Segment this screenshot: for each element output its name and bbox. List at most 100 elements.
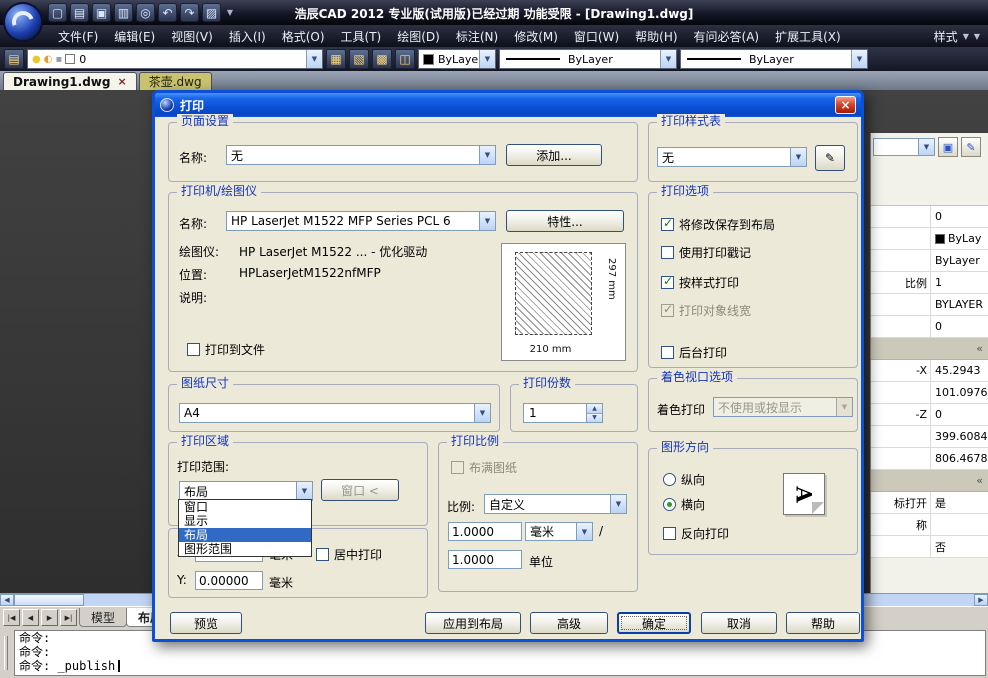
- menu-item-qa[interactable]: 有问必答(A): [686, 25, 768, 47]
- menu-item-tools[interactable]: 工具(T): [333, 25, 390, 47]
- advanced-button[interactable]: 高级: [530, 612, 608, 634]
- paper-size-combo[interactable]: A4: [179, 403, 491, 423]
- quick-select-icon[interactable]: ▣: [938, 137, 958, 157]
- publish-icon[interactable]: ▨: [202, 3, 221, 22]
- color-combo[interactable]: ByLayer: [418, 49, 496, 69]
- center-plot-checkbox[interactable]: 居中打印: [316, 546, 382, 563]
- lineweight-combo[interactable]: ByLayer: [680, 49, 868, 69]
- last-tab-icon[interactable]: ▶|: [60, 609, 77, 626]
- printer-combo[interactable]: HP LaserJet M1522 MFP Series PCL 6: [226, 211, 496, 231]
- scrollbar-thumb[interactable]: [14, 594, 84, 606]
- menu-item-format[interactable]: 格式(O): [274, 25, 333, 47]
- help-button[interactable]: 帮助: [786, 612, 860, 634]
- plot-upside-down-checkbox[interactable]: 反向打印: [663, 525, 729, 542]
- chevron-down-icon[interactable]: [479, 50, 495, 68]
- redo-icon[interactable]: ↷: [180, 3, 199, 22]
- chevron-down-icon[interactable]: [479, 212, 495, 230]
- layer-previous-icon[interactable]: ▧: [349, 49, 369, 69]
- save-icon[interactable]: ▣: [92, 3, 111, 22]
- menu-item-file[interactable]: 文件(F): [50, 25, 106, 47]
- scale-unit-combo[interactable]: 毫米: [525, 522, 593, 541]
- scale-denominator-input[interactable]: 1.0000: [448, 550, 522, 569]
- chevron-down-icon[interactable]: [851, 50, 867, 68]
- save-changes-checkbox[interactable]: 将修改保存到布局: [661, 216, 775, 233]
- copies-spinner[interactable]: 1: [523, 403, 603, 423]
- toolbar-overflow-icon[interactable]: [224, 3, 236, 22]
- match-properties-icon[interactable]: ▩: [372, 49, 392, 69]
- plot-icon[interactable]: ▥: [114, 3, 133, 22]
- doc-tab-drawing1[interactable]: Drawing1.dwg ×: [3, 72, 137, 90]
- property-row[interactable]: ByLay: [871, 228, 988, 250]
- list-item-layout[interactable]: 布局: [179, 528, 311, 542]
- chevron-down-icon[interactable]: [963, 32, 969, 41]
- scroll-left-icon[interactable]: [0, 594, 14, 606]
- menu-item-edit[interactable]: 编辑(E): [106, 25, 163, 47]
- section-header[interactable]: «: [871, 470, 988, 492]
- styles-menu[interactable]: 样式: [934, 28, 988, 45]
- chevron-down-icon[interactable]: [918, 139, 934, 155]
- add-button[interactable]: 添加...: [506, 144, 602, 166]
- menu-item-dimension[interactable]: 标注(N): [448, 25, 506, 47]
- list-item-window[interactable]: 窗口: [179, 500, 311, 514]
- menu-item-insert[interactable]: 插入(I): [221, 25, 274, 47]
- landscape-radio[interactable]: 横向: [663, 496, 705, 513]
- chevron-down-icon[interactable]: [660, 50, 676, 68]
- close-button[interactable]: ×: [835, 96, 856, 114]
- spin-down-icon[interactable]: [587, 414, 602, 423]
- property-row[interactable]: ByLayer: [871, 250, 988, 272]
- layer-combo[interactable]: ● ◐ ▪ 0: [27, 49, 323, 69]
- layer-manager-icon[interactable]: ▤: [4, 49, 24, 69]
- properties-icon[interactable]: ◫: [395, 49, 415, 69]
- dialog-title-bar[interactable]: 打印 ×: [155, 93, 861, 117]
- property-row[interactable]: 399.6084: [871, 426, 988, 448]
- first-tab-icon[interactable]: |◀: [3, 609, 20, 626]
- scale-numerator-input[interactable]: 1.0000: [448, 522, 522, 541]
- menu-item-modify[interactable]: 修改(M): [506, 25, 566, 47]
- property-row[interactable]: -X45.2943: [871, 360, 988, 382]
- chevron-down-icon[interactable]: [306, 50, 322, 68]
- y-offset-input[interactable]: 0.00000: [195, 571, 263, 590]
- command-line[interactable]: 命令: _publish: [19, 659, 981, 673]
- plot-range-combo[interactable]: 布局: [179, 481, 313, 501]
- page-setup-combo[interactable]: 无: [226, 145, 496, 165]
- preview-button[interactable]: 预览: [170, 612, 242, 634]
- menu-item-draw[interactable]: 绘图(D): [389, 25, 448, 47]
- ok-button[interactable]: 确定: [617, 612, 691, 634]
- list-item-display[interactable]: 显示: [179, 514, 311, 528]
- property-row[interactable]: 0: [871, 316, 988, 338]
- list-item-extents[interactable]: 图形范围: [179, 542, 311, 556]
- property-row[interactable]: 0: [871, 206, 988, 228]
- plot-with-styles-checkbox[interactable]: 按样式打印: [661, 274, 739, 291]
- property-row[interactable]: 否: [871, 536, 988, 558]
- background-plot-checkbox[interactable]: 后台打印: [661, 344, 727, 361]
- chevron-down-icon[interactable]: [576, 523, 592, 540]
- new-icon[interactable]: ▢: [48, 3, 67, 22]
- open-icon[interactable]: ▤: [70, 3, 89, 22]
- chevron-down-icon[interactable]: [474, 404, 490, 422]
- plot-to-file-checkbox[interactable]: 打印到文件: [187, 341, 265, 358]
- chevron-down-icon[interactable]: [974, 32, 980, 41]
- next-tab-icon[interactable]: ▶: [41, 609, 58, 626]
- plot-style-combo[interactable]: 无: [657, 147, 807, 167]
- property-row[interactable]: 标打开是: [871, 492, 988, 514]
- close-icon[interactable]: ×: [117, 75, 126, 88]
- select-objects-icon[interactable]: ✎: [961, 137, 981, 157]
- scale-combo[interactable]: 自定义: [484, 494, 627, 514]
- apply-to-layout-button[interactable]: 应用到布局: [425, 612, 521, 634]
- doc-tab-teapot[interactable]: 茶壶.dwg: [139, 72, 212, 90]
- linetype-combo[interactable]: ByLayer: [499, 49, 677, 69]
- selection-combo[interactable]: [873, 138, 935, 156]
- property-row[interactable]: 806.4678: [871, 448, 988, 470]
- chevron-down-icon[interactable]: [610, 495, 626, 513]
- menu-item-view[interactable]: 视图(V): [163, 25, 221, 47]
- tab-model[interactable]: 模型: [79, 608, 127, 627]
- property-row[interactable]: 称: [871, 514, 988, 536]
- menu-item-help[interactable]: 帮助(H): [627, 25, 685, 47]
- spin-up-icon[interactable]: [587, 404, 602, 414]
- property-row[interactable]: 101.0976: [871, 382, 988, 404]
- scroll-right-icon[interactable]: [974, 594, 988, 606]
- chevron-down-icon[interactable]: [790, 148, 806, 166]
- edit-style-button[interactable]: ✎: [815, 145, 845, 171]
- prev-tab-icon[interactable]: ◀: [22, 609, 39, 626]
- undo-icon[interactable]: ↶: [158, 3, 177, 22]
